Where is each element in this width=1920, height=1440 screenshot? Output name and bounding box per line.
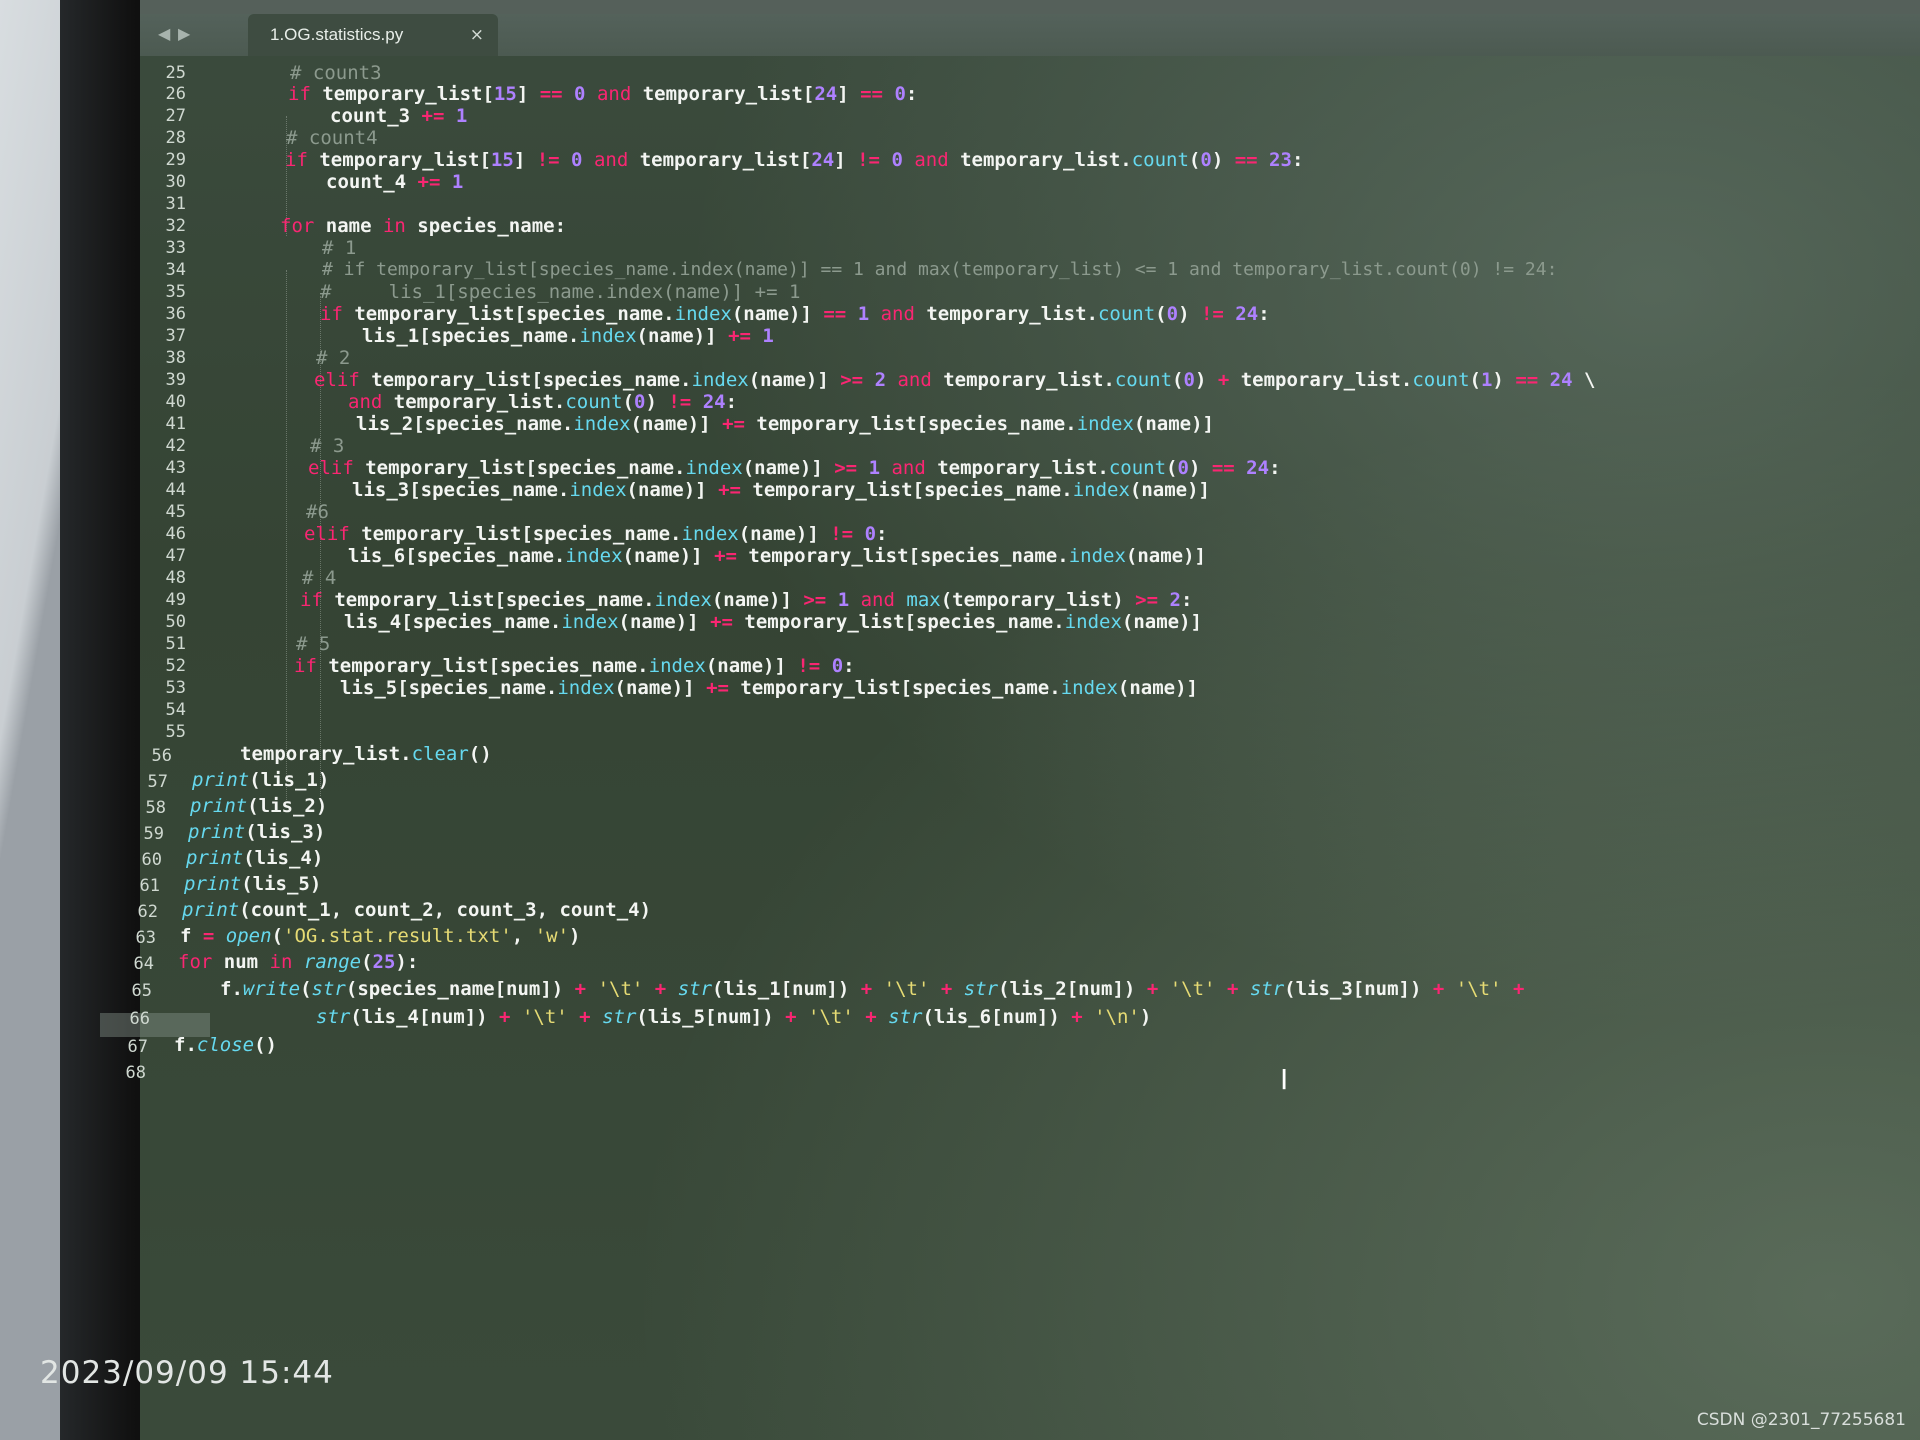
line-number: 60 [141,850,162,870]
line-number: 40 [165,392,186,412]
code-line: lis_2[species_name.index(name)] += tempo… [356,413,1214,435]
code-line: # lis_1[species_name.index(name)] += 1 [320,281,801,303]
tab-file[interactable]: 1.OG.statistics.py × [248,14,498,56]
tab-bar: ◀ ▶ 1.OG.statistics.py × [140,14,1920,56]
line-number: 59 [143,824,164,844]
code-line: str(lis_4[num]) + '\t' + str(lis_5[num])… [316,1006,1152,1028]
code-line: if temporary_list[species_name.index(nam… [320,303,1270,325]
code-line: f.write(str(species_name[num]) + '\t' + … [220,978,1525,1000]
code-line: count_3 += 1 [330,105,468,127]
line-number: 64 [133,954,154,974]
line-number: 62 [137,902,158,922]
photo-background: ◀ ▶ 1.OG.statistics.py × 25 26 27 28 29 30 31 3… [0,0,1920,1440]
code-line: if temporary_list[species_name.index(nam… [294,655,855,677]
code-line: for name in species_name: [280,215,567,237]
line-number: 29 [165,150,186,170]
line-number: 52 [165,656,186,676]
line-number: 48 [165,568,186,588]
line-number: 56 [151,746,172,766]
code-line: print(lis_1) [192,769,330,791]
line-number: 61 [139,876,160,896]
code-editor[interactable]: 25 26 27 28 29 30 31 32 33 34 35 36 37 38 39 40 41 42 43 44… [100,56,1920,1386]
code-line: if temporary_list[species_name.index(nam… [300,589,1193,611]
code-line: # 5 [296,633,331,655]
back-arrow-icon[interactable]: ◀ [158,24,170,43]
code-line: lis_6[species_name.index(name)] += tempo… [348,545,1206,567]
line-number: 65 [131,981,152,1001]
line-number: 25 [165,63,186,83]
line-number: 27 [165,106,186,126]
line-number: 54 [165,700,186,720]
line-number: 58 [145,798,166,818]
line-gutter: 25 26 27 28 29 30 31 32 33 34 35 36 37 38 39 40 41 42 43 44… [126,56,218,1386]
line-number: 30 [165,172,186,192]
code-line: lis_3[species_name.index(name)] += tempo… [352,479,1210,501]
watermark: CSDN @2301_77255681 [1696,1410,1906,1430]
line-number: 42 [165,436,186,456]
line-number: 43 [165,458,186,478]
code-line: and temporary_list.count(0) != 24: [348,391,738,413]
code-line: # 4 [302,567,337,589]
code-line: #6 [306,501,329,523]
code-line: # 3 [310,435,345,457]
code-line: # 1 [322,237,357,259]
code-line: # 2 [316,347,351,369]
line-number: 45 [165,502,186,522]
text-cursor-icon: I [1280,1063,1289,1096]
line-number: 44 [165,480,186,500]
code-line: if temporary_list[15] == 0 and temporary… [288,83,918,105]
code-line: print(lis_2) [190,795,328,817]
line-number: 67 [127,1037,148,1057]
line-number: 51 [165,634,186,654]
line-number: 55 [165,722,186,742]
forward-arrow-icon[interactable]: ▶ [178,24,190,43]
line-number: 36 [165,304,186,324]
line-number: 31 [165,194,186,214]
code-line: # count3 [290,62,382,84]
code-line: print(lis_4) [186,847,324,869]
code-line: elif temporary_list[species_name.index(n… [304,523,888,545]
code-line: # count4 [286,127,378,149]
line-number: 26 [165,84,186,104]
code-line: lis_1[species_name.index(name)] += 1 [362,325,774,347]
menu-bar [140,0,1920,14]
code-line: # if temporary_list[species_name.index(n… [322,259,1558,280]
line-number: 32 [165,216,186,236]
line-number: 34 [165,260,186,280]
code-line: f.close() [174,1034,277,1056]
code-line: count_4 += 1 [326,171,464,193]
line-number: 38 [165,348,186,368]
line-number: 41 [165,414,186,434]
line-number: 63 [135,928,156,948]
line-number: 49 [165,590,186,610]
line-number: 46 [165,524,186,544]
line-number: 50 [165,612,186,632]
code-line: if temporary_list[15] != 0 and temporary… [285,149,1304,171]
tab-title: 1.OG.statistics.py [270,25,404,44]
line-number: 53 [165,678,186,698]
code-line: lis_4[species_name.index(name)] += tempo… [344,611,1202,633]
editor-window: ◀ ▶ 1.OG.statistics.py × 25 26 27 28 29 30 31 3… [100,0,1920,1440]
code-line: f = open('OG.stat.result.txt', 'w') [180,925,581,947]
code-line: for num in range(25): [178,951,419,973]
code-line: elif temporary_list[species_name.index(n… [308,457,1281,479]
photo-timestamp: 2023/09/09 15:44 [40,1355,334,1391]
line-number: 37 [165,326,186,346]
line-number: 35 [165,282,186,302]
code-line: lis_5[species_name.index(name)] += tempo… [340,677,1198,699]
close-icon[interactable]: × [470,25,484,45]
line-number: 28 [165,128,186,148]
line-number: 57 [147,772,168,792]
code-line: temporary_list.clear() [240,743,492,765]
code-line: print(lis_3) [188,821,326,843]
line-number: 39 [165,370,186,390]
line-number: 47 [165,546,186,566]
line-number: 66 [129,1009,150,1029]
line-number: 68 [125,1063,146,1083]
code-line: elif temporary_list[species_name.index(n… [314,369,1596,391]
code-line: print(count_1, count_2, count_3, count_4… [182,899,652,921]
code-line: print(lis_5) [184,873,322,895]
line-number: 33 [165,238,186,258]
